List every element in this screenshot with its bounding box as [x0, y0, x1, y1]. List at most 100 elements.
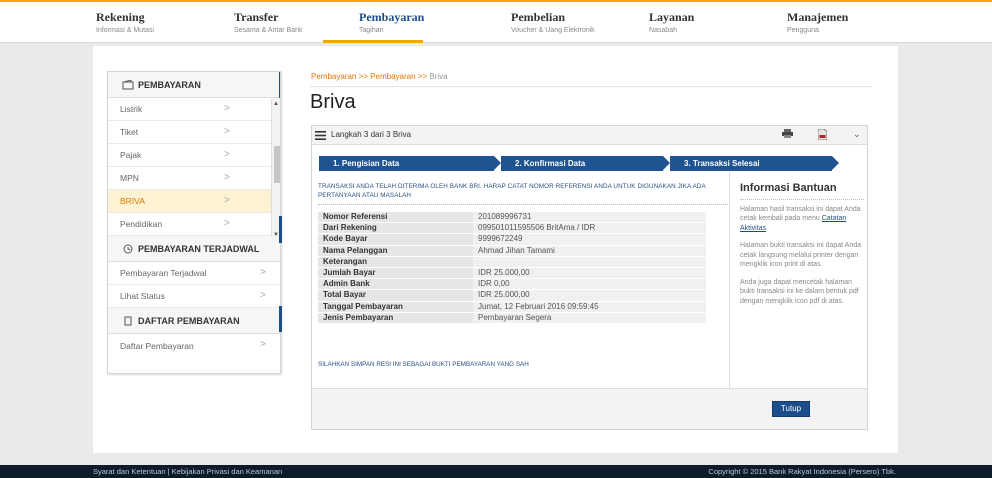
help-title: Informasi Bantuan	[740, 182, 837, 194]
step-1: 1. Pengisian Data	[319, 156, 494, 171]
sidebar-item-lihat-status[interactable]: Lihat Status >	[108, 285, 280, 308]
nav-transfer[interactable]: Transfer Sesama & Antar Bank	[234, 10, 302, 34]
table-row: Total Bayar IDR 25.000,00	[318, 289, 706, 302]
detail-key: Keterangan	[318, 256, 473, 269]
detail-key: Jumlah Bayar	[318, 267, 473, 280]
save-receipt-note: Silahkan Simpan Resi ini Sebagai Bukti P…	[318, 361, 529, 368]
sidebar-item-label: Daftar Pembayaran	[120, 340, 194, 351]
nav-pembayaran[interactable]: Pembayaran Tagihan	[359, 10, 424, 34]
detail-key: Admin Bank	[318, 278, 473, 291]
sidebar-item-label: Tiket	[120, 127, 139, 137]
sidebar-item-label: Pembayaran Terjadwal	[120, 268, 207, 278]
sidebar-item-mpn[interactable]: MPN >	[108, 167, 280, 190]
print-icon[interactable]	[782, 129, 793, 142]
nav-title: Rekening	[96, 10, 145, 24]
vertical-divider	[729, 172, 730, 388]
help-paragraph: Halaman hasil transaksi ini dapat Anda c…	[740, 205, 864, 233]
sidebar-header-terjadwal[interactable]: PEMBAYARAN TERJADWAL	[108, 236, 280, 262]
nav-subtitle: Sesama & Antar Bank	[234, 27, 303, 34]
clock-icon	[123, 244, 133, 253]
table-row: Keterangan	[318, 256, 706, 269]
sidebar-item-label: Pajak	[120, 150, 142, 160]
sidebar-item-listrik[interactable]: Listrik >	[108, 98, 280, 121]
sidebar-header-pembayaran[interactable]: PEMBAYARAN	[108, 72, 280, 98]
page-title: Briva	[310, 91, 356, 113]
nav-layanan[interactable]: Layanan Nasabah	[649, 10, 694, 34]
nav-rekening[interactable]: Rekening Informasi & Mutasi	[96, 10, 154, 34]
nav-title: Layanan	[649, 10, 695, 24]
card-footer: Tutup	[312, 388, 867, 429]
breadcrumb-separator: >>	[358, 72, 368, 81]
step-label: 3. Transaksi Selesai	[684, 159, 760, 168]
table-row: Jumlah Bayar IDR 25.000,00	[318, 267, 706, 280]
chevron-right-icon: >	[224, 103, 230, 114]
nav-title: Manajemen	[787, 10, 849, 24]
nav-subtitle: Voucher & Uang Elektronik	[511, 27, 595, 34]
chevron-right-icon: >	[260, 290, 266, 301]
nav-pembelian[interactable]: Pembelian Voucher & Uang Elektronik	[511, 10, 595, 34]
breadcrumb-link-pembayaran-sub[interactable]: Pembayaran	[370, 72, 415, 81]
chevron-right-icon: >	[224, 149, 230, 160]
sidebar-item-daftar-pembayaran[interactable]: Daftar Pembayaran >	[108, 334, 280, 357]
sidebar-header-label: PEMBAYARAN TERJADWAL	[138, 243, 260, 254]
top-navigation: Rekening Informasi & Mutasi Transfer Ses…	[0, 0, 992, 43]
table-row: Tanggal Pembayaran Jumat, 12 Februari 201…	[318, 301, 706, 313]
sidebar-item-pendidikan[interactable]: Pendidikan >	[108, 213, 280, 236]
table-row: Nomor Referensi 201089996731	[318, 212, 706, 224]
divider	[311, 86, 871, 87]
scroll-up-icon[interactable]: ▲	[273, 101, 279, 107]
sidebar-header-daftar[interactable]: DAFTAR PEMBAYARAN	[108, 308, 280, 334]
detail-value: 9999672249	[473, 233, 706, 246]
sidebar: PEMBAYARAN Listrik > Tiket > Pajak > MPN > B…	[107, 71, 281, 374]
section-marker	[279, 306, 282, 332]
detail-value: IDR 25.000,00	[473, 267, 706, 280]
nav-manajemen[interactable]: Manajemen Pengguna	[787, 10, 848, 34]
card-header: Langkah 3 dari 3 Briva ⌄	[312, 126, 867, 145]
help-paragraph: Halaman bukti transaksi ini dapat Anda c…	[740, 242, 862, 269]
detail-key: Dari Rekening	[318, 222, 473, 235]
table-row: Dari Rekening 099501011595506 BritAma / I…	[318, 222, 706, 235]
sidebar-item-briva[interactable]: BRIVA >	[108, 190, 280, 213]
close-button[interactable]: Tutup	[772, 401, 810, 417]
step-arrow	[494, 156, 501, 170]
pdf-icon[interactable]	[817, 128, 828, 143]
detail-key: Nama Pelanggan	[318, 245, 473, 257]
sidebar-item-label: Pendidikan	[120, 219, 163, 229]
chevron-right-icon: >	[260, 267, 266, 278]
chevron-right-icon: >	[224, 218, 230, 229]
divider	[318, 204, 728, 205]
section-marker	[279, 216, 282, 243]
detail-value: IDR 25.000,00	[473, 289, 706, 302]
top-accent-stripe	[0, 0, 992, 2]
sidebar-item-label: BRIVA	[120, 196, 145, 206]
help-paragraph: Anda juga dapat mencetak halaman bukti t…	[740, 278, 859, 305]
breadcrumb-current: Briva	[429, 72, 448, 81]
detail-key: Nomor Referensi	[318, 212, 473, 224]
nav-subtitle: Pengguna	[787, 27, 819, 34]
step-arrow	[832, 156, 839, 170]
table-row: Admin Bank IDR 0,00	[318, 278, 706, 291]
sidebar-item-pembayaran-terjadwal[interactable]: Pembayaran Terjadwal >	[108, 262, 280, 285]
table-row: Nama Pelanggan Ahmad Jihan Tamami	[318, 245, 706, 257]
menu-icon[interactable]	[315, 131, 326, 140]
sidebar-item-tiket[interactable]: Tiket >	[108, 121, 280, 144]
progress-steps: 1. Pengisian Data 2. Konfirmasi Data 3. …	[319, 156, 839, 171]
detail-key: Kode Bayar	[318, 233, 473, 246]
transaction-notice: Transaksi Anda telah diterima oleh Bank …	[318, 183, 706, 200]
detail-value: Ahmad Jihan Tamami	[473, 245, 706, 257]
sidebar-item-label: Lihat Status	[120, 291, 165, 301]
footer-links[interactable]: Syarat dan Ketentuan | Kebijakan Privasi…	[93, 465, 282, 478]
copyright: Copyright © 2015 Bank Rakyat Indonesia (…	[708, 467, 896, 476]
breadcrumb-separator: >>	[417, 72, 428, 81]
breadcrumb-link-pembayaran[interactable]: Pembayaran	[311, 72, 356, 81]
step-3: 3. Transaksi Selesai	[670, 156, 832, 171]
chevron-down-icon[interactable]: ⌄	[853, 129, 861, 140]
nav-subtitle: Nasabah	[649, 27, 678, 34]
sidebar-item-pajak[interactable]: Pajak >	[108, 144, 280, 167]
wallet-icon	[122, 79, 134, 89]
detail-value	[473, 256, 706, 269]
scrollbar-thumb[interactable]	[274, 146, 280, 183]
page-footer: Syarat dan Ketentuan | Kebijakan Privasi…	[0, 465, 992, 478]
step-indicator: Langkah 3 dari 3 Briva	[331, 130, 412, 139]
nav-title: Pembelian	[511, 10, 565, 24]
